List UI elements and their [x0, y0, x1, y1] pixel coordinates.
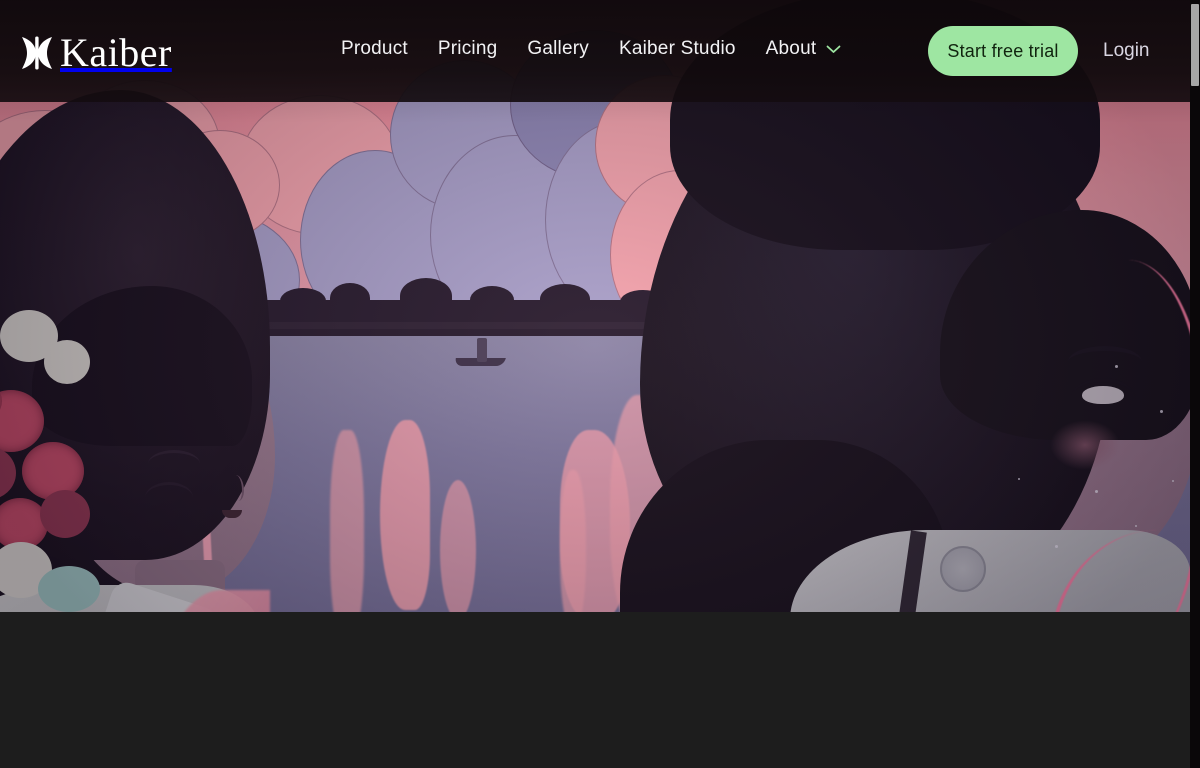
boat	[454, 338, 506, 366]
nav-item-kaiber-studio[interactable]: Kaiber Studio	[619, 38, 736, 60]
nav-item-pricing[interactable]: Pricing	[438, 38, 497, 60]
uniform-emblem	[940, 546, 986, 592]
cookie-consent-banner	[0, 612, 1190, 768]
kaiber-butterfly-mark-icon	[20, 35, 54, 71]
page-scrollbar[interactable]	[1190, 0, 1200, 768]
start-free-trial-button[interactable]: Start free trial	[928, 26, 1078, 76]
browser-viewport: Kaiber Product Pricing Gallery Kaiber St…	[0, 0, 1200, 768]
chevron-down-icon	[826, 45, 841, 54]
nav-item-about-label[interactable]: About	[766, 38, 817, 60]
nav-item-about[interactable]: About	[766, 38, 842, 60]
brand-logo[interactable]: Kaiber	[20, 33, 172, 73]
scrollbar-thumb[interactable]	[1191, 4, 1199, 86]
login-link[interactable]: Login	[1103, 40, 1150, 62]
nav-item-gallery[interactable]: Gallery	[527, 38, 589, 60]
main-nav: Product Pricing Gallery Kaiber Studio Ab…	[341, 38, 841, 60]
site-header: Kaiber Product Pricing Gallery Kaiber St…	[0, 0, 1190, 102]
brand-wordmark: Kaiber	[60, 30, 172, 75]
nav-item-product[interactable]: Product	[341, 38, 408, 60]
